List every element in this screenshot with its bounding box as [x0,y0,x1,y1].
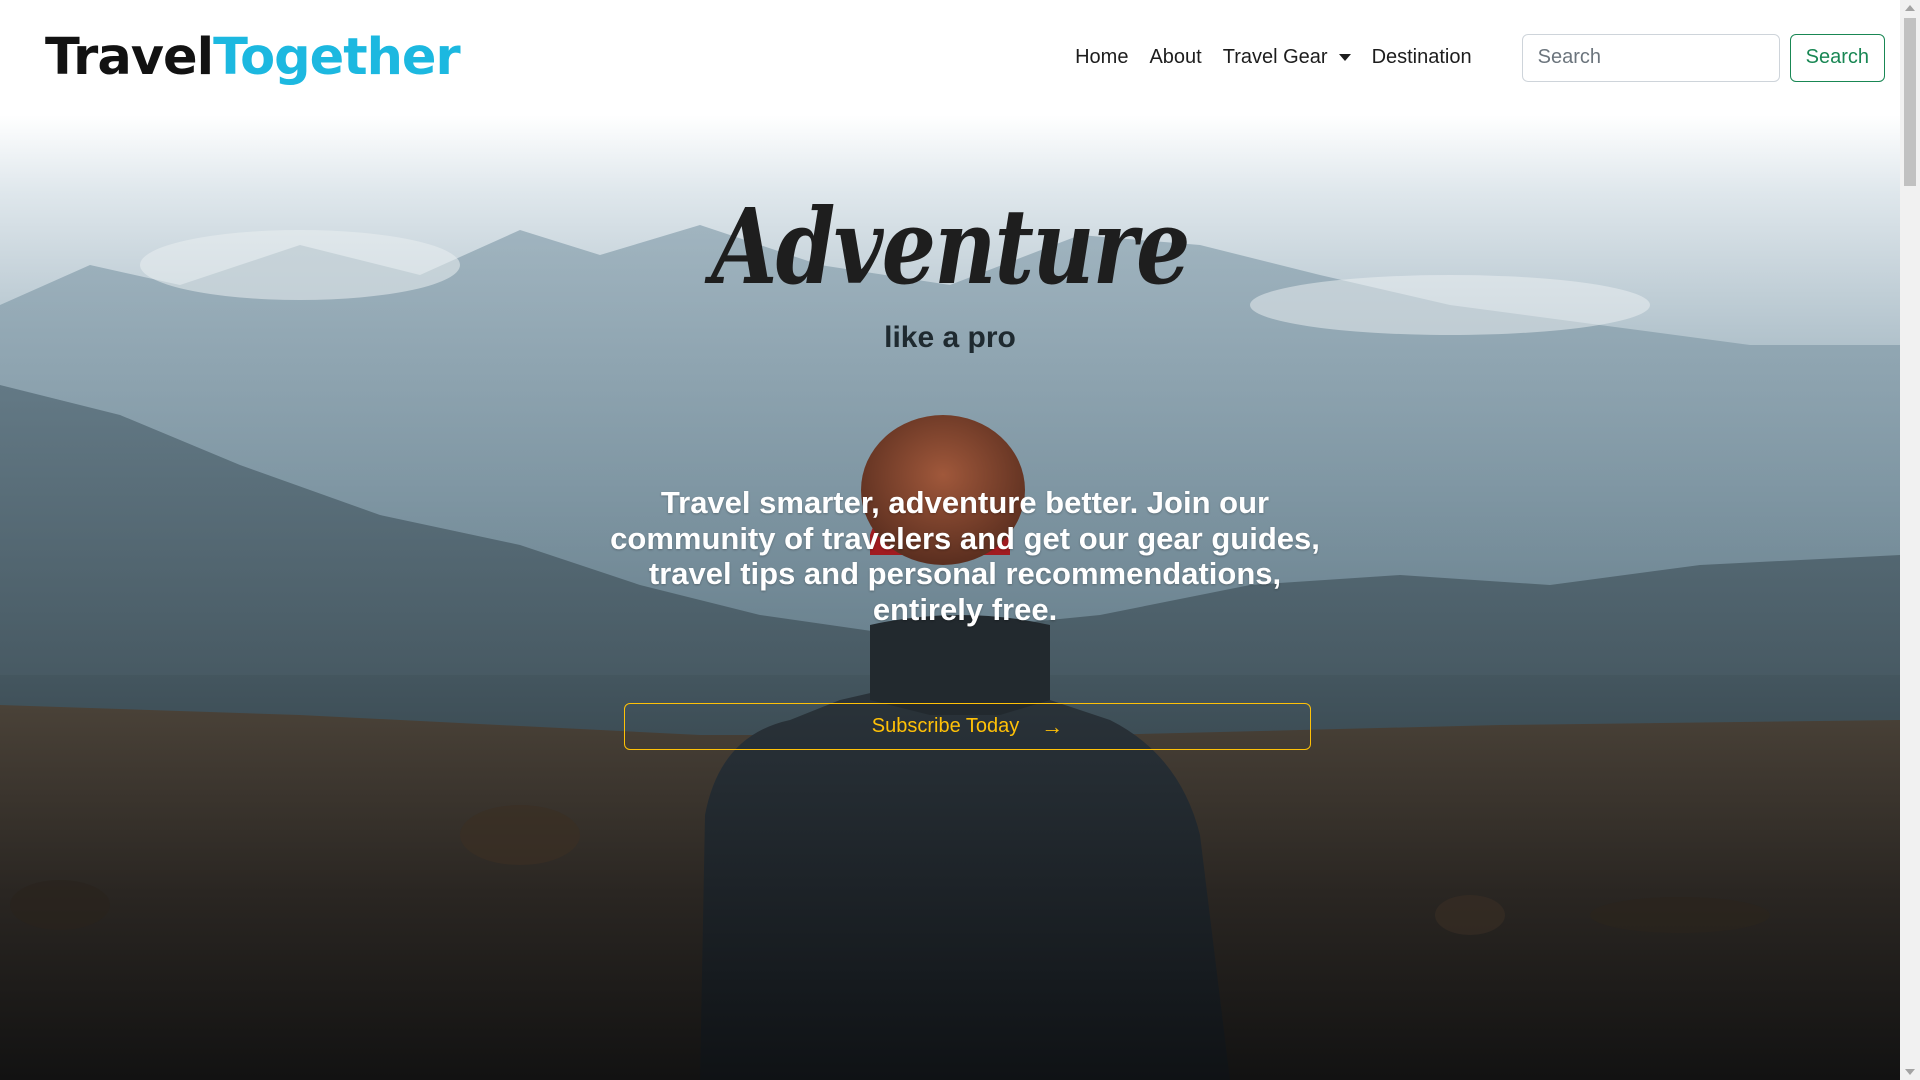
scroll-up-icon[interactable] [1905,5,1915,11]
nav-link-destination[interactable]: Destination [1372,46,1472,69]
nav-dropdown-label: Travel Gear [1222,46,1328,68]
scrollbar-thumb[interactable] [1904,18,1916,186]
nav-links: Home About Travel Gear Destination [1054,46,1472,69]
navbar: TravelTogether Home About Travel Gear De… [0,0,1900,115]
brand-logo[interactable]: TravelTogether [45,32,461,83]
nav-dropdown-travel-gear[interactable]: Travel Gear [1223,46,1351,69]
subscribe-button[interactable]: Subscribe Today → [624,703,1311,750]
search-button[interactable]: Search [1789,33,1885,82]
brand-logo-part2: Together [213,28,461,87]
hero-title: Adventure [711,185,1190,308]
hero-content: Adventure like a pro Travel smarter, adv… [0,115,1900,1080]
brand-logo-part1: Travel [45,28,214,87]
caret-down-icon [1338,54,1351,61]
hero-description: Travel smarter, adventure better. Join o… [610,485,1320,627]
nav-link-home[interactable]: Home [1075,46,1128,69]
nav-link-about[interactable]: About [1149,46,1201,69]
scroll-down-icon[interactable] [1905,1069,1915,1075]
search-input[interactable] [1521,33,1780,82]
arrow-right-icon: → [1041,713,1064,739]
hero-subtitle: like a pro [884,321,1016,354]
hero-section: Adventure like a pro Travel smarter, adv… [0,115,1900,1080]
subscribe-button-label: Subscribe Today [871,715,1020,737]
page-scrollbar[interactable] [1900,0,1920,1080]
